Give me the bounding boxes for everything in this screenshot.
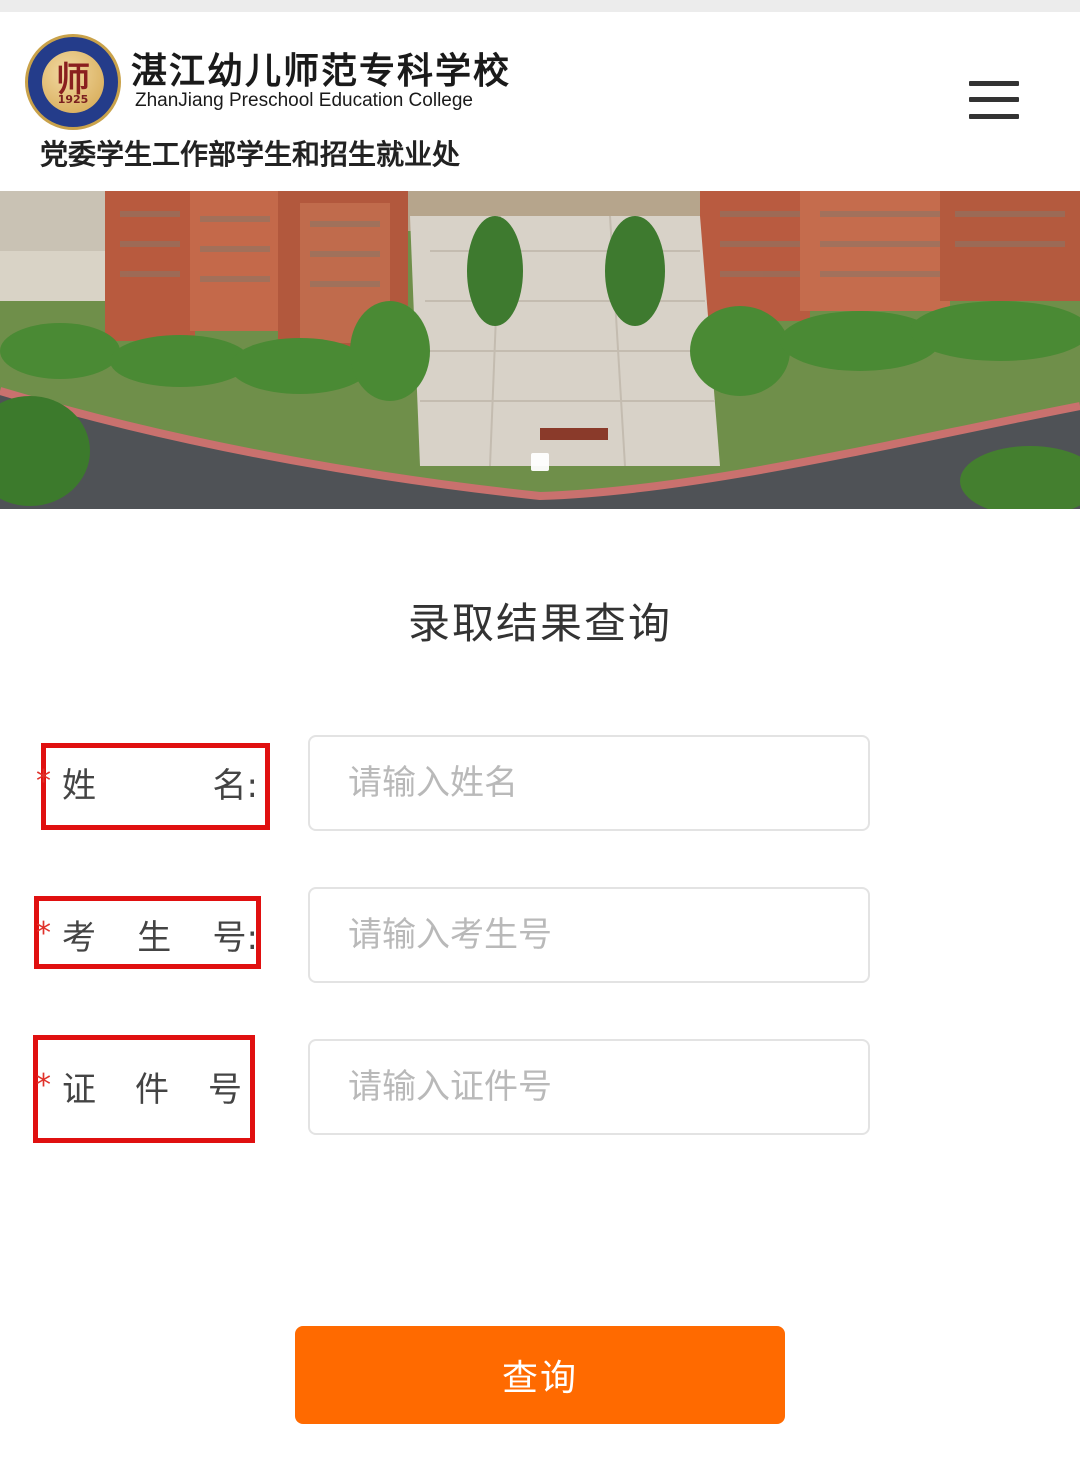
label-char: 姓: [62, 765, 96, 806]
hamburger-menu-icon[interactable]: [964, 78, 1022, 124]
name-input[interactable]: [308, 735, 870, 831]
status-strip: [0, 0, 1080, 12]
form-title: 录取结果查询: [407, 599, 672, 648]
id-number-input[interactable]: [308, 1039, 870, 1135]
label-char: 件: [135, 1069, 169, 1110]
department-name: 党委学生工作部学生和招生就业处: [40, 138, 461, 171]
required-mark: *: [36, 1068, 51, 1103]
logo-emblem: 师 1925: [42, 51, 104, 113]
exam-number-label: 考 生 号:: [62, 914, 258, 958]
school-name-cn: 湛江幼儿师范专科学校: [131, 50, 512, 92]
site-header: 师 1925 湛江幼儿师范专科学校 ZhanJiang Preschool Ed…: [0, 12, 1080, 191]
exam-number-input[interactable]: [308, 887, 870, 983]
required-mark: *: [36, 764, 51, 799]
menu-bar: [969, 81, 1019, 86]
campus-banner[interactable]: [0, 191, 1080, 509]
carousel-dot[interactable]: [531, 453, 549, 471]
menu-bar: [969, 97, 1019, 102]
label-char: 名:: [212, 765, 258, 806]
menu-bar: [969, 114, 1019, 119]
id-number-label: 证 件 号: [62, 1066, 242, 1110]
label-char: 生: [137, 917, 172, 958]
school-logo[interactable]: 师 1925: [25, 34, 121, 130]
label-char: 证: [62, 1069, 96, 1110]
school-name-en: ZhanJiang Preschool Education College: [135, 90, 473, 111]
required-mark: *: [36, 916, 51, 951]
label-char: 号:: [212, 917, 258, 958]
query-button[interactable]: 查询: [295, 1326, 785, 1424]
label-char: 号: [208, 1069, 242, 1110]
label-char: 考: [62, 917, 96, 958]
name-label: 姓 名:: [62, 762, 258, 806]
logo-year: 1925: [57, 93, 89, 106]
